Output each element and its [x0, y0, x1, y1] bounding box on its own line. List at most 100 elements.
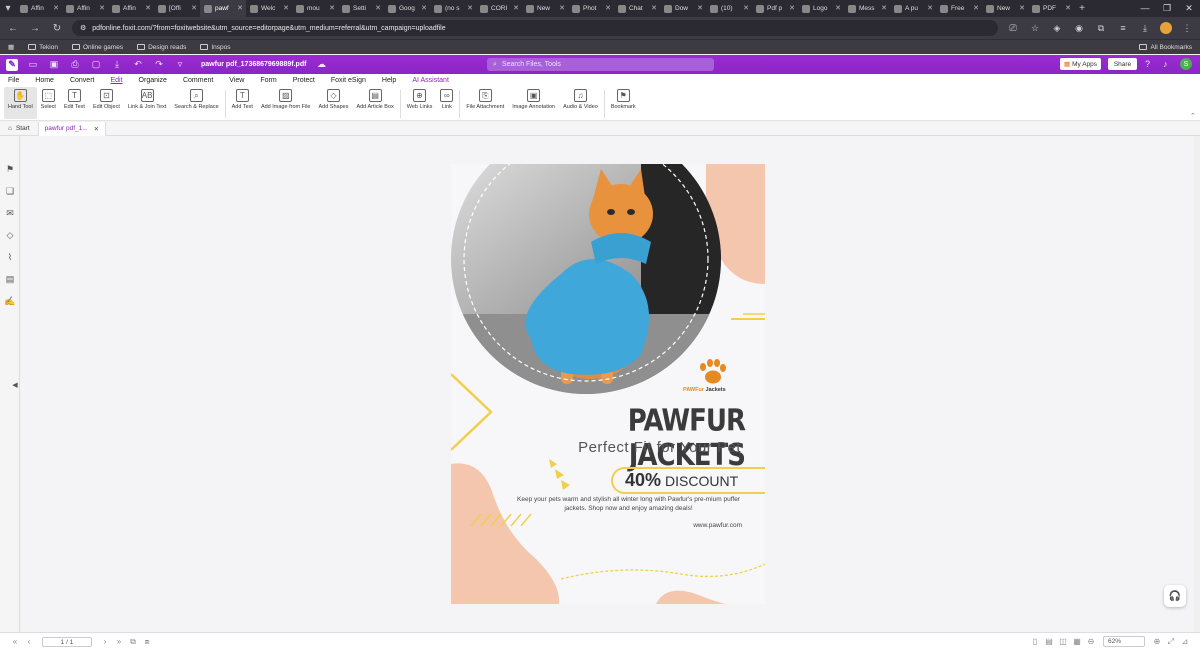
document-properties-icon[interactable]: ▤	[0, 268, 20, 290]
single-page-view-icon[interactable]: ▯	[1028, 637, 1042, 646]
search-files-tools[interactable]: ⌕ Search Files, Tools	[487, 58, 714, 71]
ribbon-select-button[interactable]: ⬚ Select	[37, 87, 60, 111]
close-tab-icon[interactable]: ✕	[94, 125, 99, 133]
browser-tab[interactable]: [Offi ✕	[154, 0, 200, 17]
collapse-ribbon-icon[interactable]: ⌃	[1190, 112, 1196, 120]
close-tab-icon[interactable]: ✕	[283, 4, 289, 12]
open-folder-icon[interactable]: ▭	[27, 59, 39, 70]
close-tab-icon[interactable]: ✕	[881, 4, 887, 12]
menu-form[interactable]: Form	[260, 77, 276, 84]
expand-panel-icon[interactable]: ◀	[10, 374, 20, 396]
extension-shield-icon[interactable]: ◈	[1050, 23, 1064, 34]
browser-tab[interactable]: Setti ✕	[338, 0, 384, 17]
pages-panel-icon[interactable]: ❏	[0, 180, 20, 202]
next-page-icon[interactable]: ›	[98, 637, 112, 646]
close-tab-icon[interactable]: ✕	[99, 4, 105, 12]
close-tab-icon[interactable]: ✕	[973, 4, 979, 12]
zoom-out-icon[interactable]: ⊖	[1084, 637, 1098, 646]
facing-view-icon[interactable]: ◫	[1056, 637, 1070, 646]
continuous-view-icon[interactable]: ▤	[1042, 637, 1056, 646]
help-icon[interactable]: ?	[1145, 59, 1150, 69]
browser-tab[interactable]: Phot ✕	[568, 0, 614, 17]
close-tab-icon[interactable]: ✕	[743, 4, 749, 12]
all-bookmarks[interactable]: All Bookmarks	[1139, 44, 1192, 51]
browser-tab[interactable]: A pu ✕	[890, 0, 936, 17]
menu-help[interactable]: Help	[382, 77, 396, 84]
reload-icon[interactable]: ↻	[50, 23, 64, 34]
comments-panel-icon[interactable]: ✉	[0, 202, 20, 224]
start-tab[interactable]: ⌂ Start	[0, 125, 38, 132]
extension-icon-2[interactable]: ◉	[1072, 23, 1086, 34]
menu-comment[interactable]: Comment	[183, 77, 213, 84]
extensions-puzzle-icon[interactable]: ⧉	[1094, 23, 1108, 34]
new-tab-button[interactable]: +	[1074, 3, 1090, 14]
close-tab-icon[interactable]: ✕	[375, 4, 381, 12]
new-doc-icon[interactable]: ▢	[90, 59, 102, 70]
browser-tab[interactable]: Chat ✕	[614, 0, 660, 17]
two-page-icon[interactable]: ⧈	[140, 637, 154, 647]
restore-icon[interactable]: ❐	[1156, 3, 1178, 14]
browser-tab[interactable]: Mess ✕	[844, 0, 890, 17]
tab-search-icon[interactable]: ▾	[0, 3, 16, 14]
undo-icon[interactable]: ↶	[132, 59, 144, 70]
apps-grid-icon[interactable]: ▦	[8, 43, 14, 51]
download-icon[interactable]: ⤓	[111, 59, 123, 70]
ribbon-web-links-button[interactable]: ⊕ Web Links	[403, 87, 437, 111]
minimize-icon[interactable]: —	[1134, 3, 1156, 14]
browser-tab[interactable]: New ✕	[982, 0, 1028, 17]
rotate-view-icon[interactable]: ⧉	[126, 637, 140, 647]
close-tab-icon[interactable]: ✕	[789, 4, 795, 12]
ribbon-edit-object-button[interactable]: ⊡ Edit Object	[89, 87, 124, 111]
support-chat-button[interactable]: 🎧	[1164, 585, 1186, 607]
fit-page-icon[interactable]: ⤢	[1164, 637, 1178, 647]
close-window-icon[interactable]: ✕	[1178, 3, 1200, 14]
page-number-input[interactable]: 1 / 1	[42, 636, 92, 647]
ribbon-add-article-box-button[interactable]: ▤ Add Article Box	[352, 87, 397, 111]
cover-view-icon[interactable]: ▦	[1070, 637, 1084, 646]
zoom-in-icon[interactable]: ⊕	[1150, 637, 1164, 646]
close-tab-icon[interactable]: ✕	[191, 4, 197, 12]
ribbon-link-join-text-button[interactable]: AB Link & Join Text	[124, 87, 170, 111]
ribbon-audio-video-button[interactable]: ♫ Audio & Video	[559, 87, 602, 111]
bookmark-tekion[interactable]: Tekion	[28, 44, 58, 51]
menu-edit[interactable]: Edit	[110, 77, 122, 84]
menu-view[interactable]: View	[229, 77, 244, 84]
attachments-panel-icon[interactable]: ⌇	[0, 246, 20, 268]
browser-tab[interactable]: Logo ✕	[798, 0, 844, 17]
browser-tab[interactable]: (no s ✕	[430, 0, 476, 17]
document-tab[interactable]: pawfur pdf_1... ✕	[37, 121, 107, 136]
ribbon-edit-text-button[interactable]: T Edit Text	[60, 87, 89, 111]
menu-protect[interactable]: Protect	[293, 77, 315, 84]
browser-tab[interactable]: New ✕	[522, 0, 568, 17]
browser-tab[interactable]: Free ✕	[936, 0, 982, 17]
browser-tab[interactable]: Affin ✕	[16, 0, 62, 17]
back-icon[interactable]: ←	[6, 23, 20, 34]
prev-page-icon[interactable]: ‹	[22, 637, 36, 646]
bookmark-online-games[interactable]: Online games	[71, 44, 123, 51]
share-button[interactable]: Share	[1108, 58, 1137, 70]
bookmark-design-reads[interactable]: Design reads	[137, 44, 186, 51]
close-tab-icon[interactable]: ✕	[1019, 4, 1025, 12]
close-tab-icon[interactable]: ✕	[605, 4, 611, 12]
ribbon-image-annotation-button[interactable]: ▣ Image Annotation	[508, 87, 559, 111]
install-app-icon[interactable]: ⎚	[1006, 23, 1020, 34]
zoom-select[interactable]: 62%	[1103, 636, 1145, 647]
browser-tab[interactable]: Affin ✕	[62, 0, 108, 17]
close-tab-icon[interactable]: ✕	[467, 4, 473, 12]
ribbon-add-image-from-file-button[interactable]: ▨ Add Image from File	[257, 87, 315, 111]
close-tab-icon[interactable]: ✕	[145, 4, 151, 12]
layers-panel-icon[interactable]: ◇	[0, 224, 20, 246]
menu-foxit-esign[interactable]: Foxit eSign	[331, 77, 366, 84]
bookmark-inspos[interactable]: Inspos	[200, 44, 231, 51]
foxit-logo-icon[interactable]: ✎	[6, 58, 18, 71]
menu-ai-assistant[interactable]: AI Assistant	[412, 77, 449, 84]
ribbon-hand-tool-button[interactable]: ✋ Hand Tool	[4, 87, 37, 119]
close-tab-icon[interactable]: ✕	[1065, 4, 1071, 12]
ribbon-search-replace-button[interactable]: ⌕ Search & Replace	[170, 87, 222, 111]
browser-tab[interactable]: (10) ✕	[706, 0, 752, 17]
close-tab-icon[interactable]: ✕	[237, 4, 243, 12]
pdf-page[interactable]: PAWFur Jackets PAWFUR JACKETS Perfect Fi…	[451, 164, 765, 604]
downloads-icon[interactable]: ⤓	[1138, 23, 1152, 34]
browser-tab[interactable]: pawf ✕	[200, 0, 246, 17]
media-icon[interactable]: ≡	[1116, 23, 1130, 33]
